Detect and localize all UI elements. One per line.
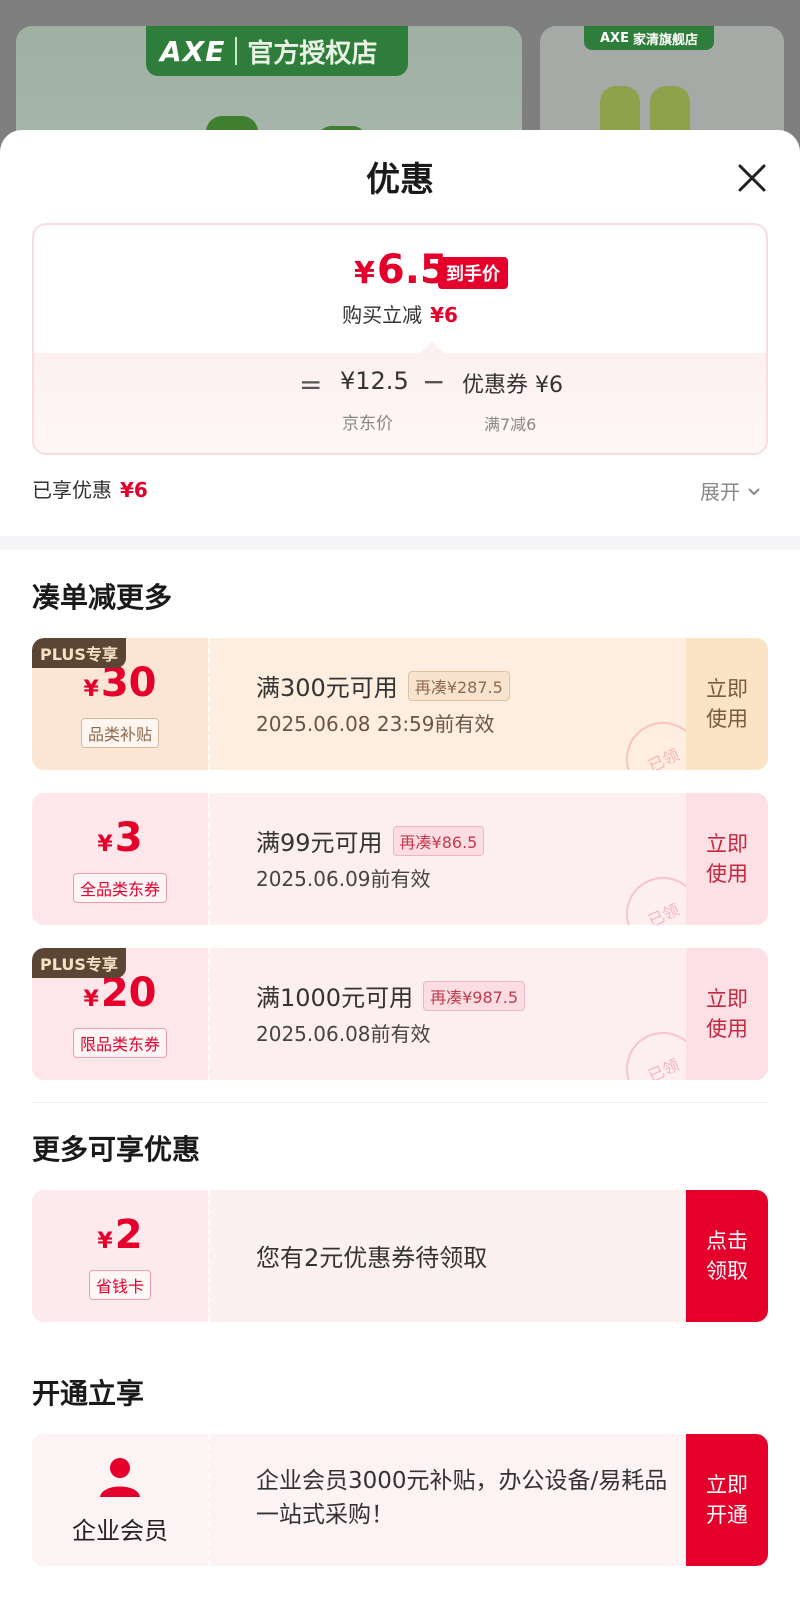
- axe-logo: AXE: [160, 34, 226, 68]
- discount-sheet: 优惠 ¥ 6.5 到手价 购买立减 ¥6 = ¥12.5 京东价 − 优惠券 ¥6…: [0, 130, 800, 1614]
- sheet-title: 优惠: [366, 160, 434, 200]
- coupon-type-tag: 限品类东券: [72, 1027, 167, 1058]
- coupon-condition: 满7减6: [484, 415, 537, 434]
- coupon-card: ¥20 限品类东券 PLUS专享 满1000元可用 再凑¥987.5 2025.…: [32, 948, 768, 1080]
- coupon-card: ¥30 品类补贴 PLUS专享 满300元可用 再凑¥287.5 2025.06…: [32, 638, 768, 770]
- store-badge-text: 官方授权店: [247, 38, 378, 69]
- coupon-condition: 满1000元可用 再凑¥987.5: [256, 978, 526, 1013]
- yen-symbol: ¥: [83, 986, 99, 1012]
- coupon-condition: 满99元可用 再凑¥86.5: [256, 823, 485, 858]
- coupon-amount-area: ¥3 全品类东券: [32, 793, 208, 925]
- badge-divider: [235, 37, 238, 65]
- add-more-tag: 再凑¥987.5: [423, 980, 526, 1011]
- coupon-condition: 满300元可用 再凑¥287.5: [256, 668, 510, 703]
- coupon-condition-text: 满99元可用: [256, 829, 383, 857]
- store-badge-right: AXE 家清旗舰店: [584, 26, 714, 50]
- coupon-perforation: [208, 1434, 210, 1566]
- purchase-reduction: 购买立减 ¥6: [34, 299, 766, 328]
- coupon-amount: ¥2: [97, 1213, 142, 1264]
- use-now-button[interactable]: 立即 使用: [686, 948, 768, 1080]
- section-title-open: 开通立享: [32, 1377, 145, 1410]
- price-breakdown-card: ¥ 6.5 到手价 购买立减 ¥6 = ¥12.5 京东价 − 优惠券 ¥6 满7…: [32, 223, 768, 455]
- coupon-details: 您有2元优惠券待领取: [230, 1190, 684, 1322]
- jd-price: ¥12.5: [340, 367, 409, 395]
- plus-exclusive-badge: PLUS专享: [32, 948, 126, 978]
- reduction-value: ¥6: [430, 303, 458, 327]
- enjoyed-label: 已享优惠: [32, 478, 112, 502]
- yen-symbol: ¥: [83, 676, 99, 702]
- price-pointer: [420, 341, 444, 353]
- expand-label: 展开: [700, 480, 740, 504]
- equals-sign: =: [299, 368, 323, 401]
- coupon-details: 满99元可用 再凑¥86.5 2025.06.09前有效: [230, 793, 684, 925]
- enjoyed-value: ¥6: [120, 478, 148, 502]
- coupon-amount-value: 2: [114, 1211, 143, 1258]
- store-badge-text: 家清旗舰店: [632, 32, 698, 48]
- use-now-button[interactable]: 立即 使用: [686, 793, 768, 925]
- coupon-expiry: 2025.06.08前有效: [256, 1022, 431, 1046]
- add-more-tag: 再凑¥86.5: [392, 825, 485, 856]
- coupon-condition-text: 满1000元可用: [256, 984, 414, 1012]
- reduction-label: 购买立减: [342, 303, 423, 327]
- coupon-perforation: [208, 793, 210, 925]
- member-label: 企业会员: [72, 1516, 168, 1545]
- coupon-amount-area: ¥2 省钱卡: [32, 1190, 208, 1322]
- coupon-details: 满300元可用 再凑¥287.5 2025.06.08 23:59前有效: [230, 638, 684, 770]
- expand-button[interactable]: 展开: [700, 476, 762, 505]
- claim-button[interactable]: 点击 领取: [686, 1190, 768, 1322]
- coupon-perforation: [208, 948, 210, 1080]
- enjoyed-discount: 已享优惠 ¥6: [32, 474, 148, 503]
- final-price-tag: 到手价: [438, 257, 508, 289]
- close-icon: [738, 164, 766, 192]
- chevron-down-icon: [748, 487, 760, 495]
- enterprise-member-card: 企业会员 企业会员3000元补贴，办公设备/易耗品一站式采购！ 立即 开通: [32, 1434, 768, 1566]
- use-now-button[interactable]: 立即 使用: [686, 638, 768, 770]
- axe-logo: AXE: [600, 30, 629, 46]
- store-badge-left: AXE 官方授权店: [146, 26, 408, 76]
- jd-price-label: 京东价: [342, 414, 393, 434]
- coupon-discount: 优惠券 ¥6: [462, 373, 563, 398]
- open-now-button[interactable]: 立即 开通: [686, 1434, 768, 1566]
- coupon-perforation: [208, 638, 210, 770]
- coupon-amount-value: 3: [114, 814, 143, 861]
- coupon-amount: ¥3: [97, 816, 142, 867]
- coupon-expiry: 2025.06.08 23:59前有效: [256, 712, 495, 736]
- plus-exclusive-badge: PLUS专享: [32, 638, 126, 668]
- member-details: 企业会员3000元补贴，办公设备/易耗品一站式采购！: [230, 1434, 684, 1566]
- yen-symbol: ¥: [97, 1228, 113, 1254]
- coupon-type-tag: 全品类东券: [72, 872, 167, 903]
- member-promo-text: 企业会员3000元补贴，办公设备/易耗品一站式采购！: [256, 1468, 668, 1528]
- coupon-condition-text: 满300元可用: [256, 674, 398, 702]
- section-title-more-orders: 凑单减更多: [32, 581, 173, 614]
- close-button[interactable]: [732, 158, 772, 198]
- yen-symbol: ¥: [97, 831, 113, 857]
- yen-symbol: ¥: [354, 256, 375, 291]
- coupon-amount: ¥20: [84, 971, 157, 1022]
- coupon-perforation: [208, 1190, 210, 1322]
- minus-sign: −: [422, 365, 446, 398]
- coupon-details: 满1000元可用 再凑¥987.5 2025.06.08前有效: [230, 948, 684, 1080]
- coupon-type-tag: 省钱卡: [88, 1269, 151, 1300]
- user-icon: [100, 1457, 140, 1497]
- divider: [32, 1102, 768, 1103]
- coupon-card: ¥3 全品类东券 满99元可用 再凑¥86.5 2025.06.09前有效 已领…: [32, 793, 768, 925]
- section-title-more-offers: 更多可享优惠: [32, 1133, 201, 1166]
- member-icon-area: 企业会员: [32, 1434, 208, 1566]
- final-price: ¥ 6.5: [354, 247, 448, 293]
- coupon-amount: ¥30: [84, 661, 157, 712]
- section-divider: [0, 536, 800, 550]
- savings-card-coupon: ¥2 省钱卡 您有2元优惠券待领取 点击 领取: [32, 1190, 768, 1322]
- coupon-pending-text: 您有2元优惠券待领取: [256, 1244, 488, 1272]
- add-more-tag: 再凑¥287.5: [407, 670, 510, 701]
- coupon-type-tag: 品类补贴: [80, 717, 159, 748]
- coupon-expiry: 2025.06.09前有效: [256, 867, 431, 891]
